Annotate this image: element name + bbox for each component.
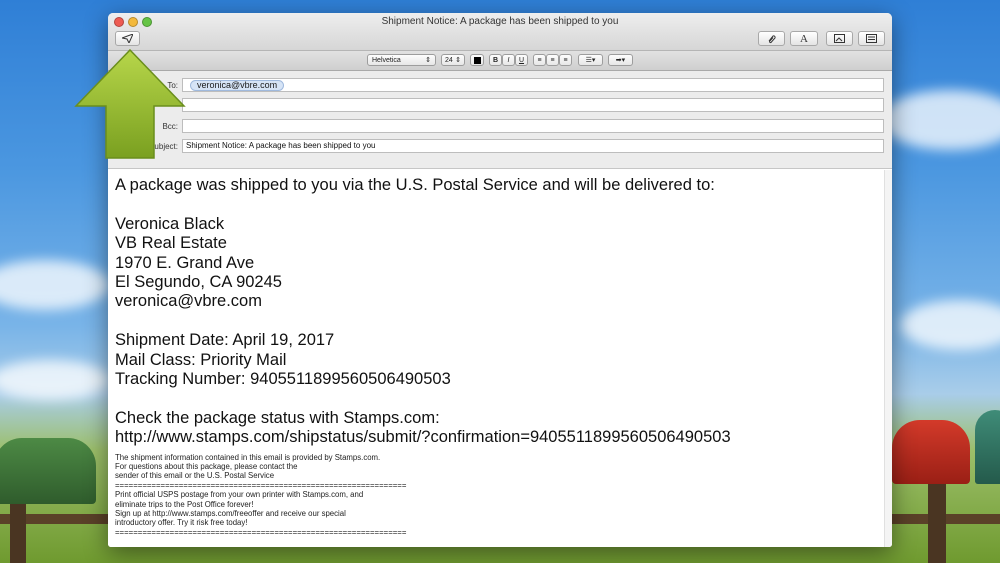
align-left-button[interactable]: ≡ (533, 54, 546, 66)
underline-label: U (518, 56, 525, 64)
color-swatch-icon (473, 56, 481, 64)
align-right-button[interactable]: ≡ (559, 54, 572, 66)
shipment-date: Shipment Date: April 19, 2017 (115, 331, 335, 350)
italic-button[interactable]: I (502, 54, 515, 66)
indent-icon: ➡▾ (615, 57, 626, 64)
status-link[interactable]: http://www.stamps.com/shipstatus/submit/… (115, 428, 885, 447)
recipient-email: veronica@vbre.com (115, 292, 262, 311)
indent-button[interactable]: ➡▾ (608, 54, 633, 66)
teal-mailbox (975, 410, 1000, 484)
photo-browser-icon (834, 34, 845, 43)
divider-line: ========================================… (115, 480, 407, 490)
promo-line: Print official USPS postage from your ow… (115, 490, 364, 500)
chevron-updown-icon: ⇕ (425, 57, 431, 64)
bcc-field[interactable] (182, 119, 884, 133)
title-bar: Shipment Notice: A package has been ship… (108, 13, 892, 51)
fence-post (928, 480, 946, 563)
up-arrow-icon (74, 48, 186, 159)
mail-class: Mail Class: Priority Mail (115, 350, 287, 369)
bold-button[interactable]: B (489, 54, 502, 66)
align-left-icon: ≡ (537, 56, 542, 64)
red-mailbox (892, 420, 970, 484)
size-select-value: 24 (445, 56, 453, 64)
compose-window: Shipment Notice: A package has been ship… (108, 13, 892, 547)
recipient-city: El Segundo, CA 90245 (115, 273, 282, 292)
fence-post (10, 500, 26, 563)
promo-line: Sign up at http://www.stamps.com/freeoff… (115, 509, 346, 519)
subject-field[interactable]: Shipment Notice: A package has been ship… (182, 139, 884, 153)
text-color-button[interactable] (470, 54, 484, 66)
recipient-company: VB Real Estate (115, 234, 227, 253)
divider-line: ========================================… (115, 527, 407, 537)
fine-print-line: sender of this email or the U.S. Postal … (115, 471, 275, 481)
message-body[interactable]: A package was shipped to you via the U.S… (108, 170, 892, 547)
font-select[interactable]: Helvetica ⇕ (367, 54, 436, 66)
intro-text: A package was shipped to you via the U.S… (115, 176, 715, 194)
bold-label: B (492, 56, 499, 64)
promo-line: eliminate trips to the Post Office forev… (115, 499, 254, 509)
to-field[interactable]: veronica@vbre.com (182, 78, 884, 92)
cloud (0, 360, 110, 400)
fonts-label: A (800, 32, 808, 45)
format-bar: Helvetica ⇕ 24 ⇕ B I U ≡ ≡ ≡ ☰▾ ➡▾ (108, 51, 892, 71)
recipient-street: 1970 E. Grand Ave (115, 253, 255, 272)
send-icon (122, 34, 133, 43)
bullet-list-icon: ☰▾ (585, 57, 596, 64)
window-title: Shipment Notice: A package has been ship… (381, 16, 619, 27)
green-mailbox (0, 438, 96, 504)
recipient-token[interactable]: veronica@vbre.com (190, 80, 285, 91)
size-select[interactable]: 24 ⇕ (441, 54, 465, 66)
font-select-value: Helvetica (372, 56, 401, 64)
cloud (900, 300, 1000, 350)
scrollbar[interactable] (884, 170, 892, 547)
fonts-button[interactable]: A (790, 31, 818, 46)
fine-print-line: For questions about this package, please… (115, 462, 298, 472)
tracking-number: Tracking Number: 9405511899560506490503 (115, 370, 451, 389)
chevron-updown-icon: ⇕ (455, 57, 461, 64)
cloud (880, 90, 1000, 150)
attach-button[interactable] (758, 31, 785, 46)
align-center-button[interactable]: ≡ (546, 54, 559, 66)
photo-browser-button[interactable] (826, 31, 853, 46)
status-intro: Check the package status with Stamps.com… (115, 408, 440, 427)
list-button[interactable]: ☰▾ (578, 54, 603, 66)
cc-field[interactable] (182, 98, 884, 112)
template-icon (866, 34, 877, 43)
send-button[interactable] (115, 31, 140, 46)
paperclip-icon (768, 34, 776, 43)
template-button[interactable] (858, 31, 885, 46)
cloud (0, 260, 110, 310)
fine-print-line: The shipment information contained in th… (115, 452, 381, 462)
promo-line: introductory offer. Try it risk free tod… (115, 518, 248, 528)
message-headers: To: veronica@vbre.com Bcc: Subject: Ship… (108, 71, 892, 169)
underline-button[interactable]: U (515, 54, 528, 66)
recipient-name: Veronica Black (115, 214, 225, 233)
align-center-icon: ≡ (550, 56, 555, 64)
align-right-icon: ≡ (563, 56, 568, 64)
italic-label: I (507, 56, 510, 64)
